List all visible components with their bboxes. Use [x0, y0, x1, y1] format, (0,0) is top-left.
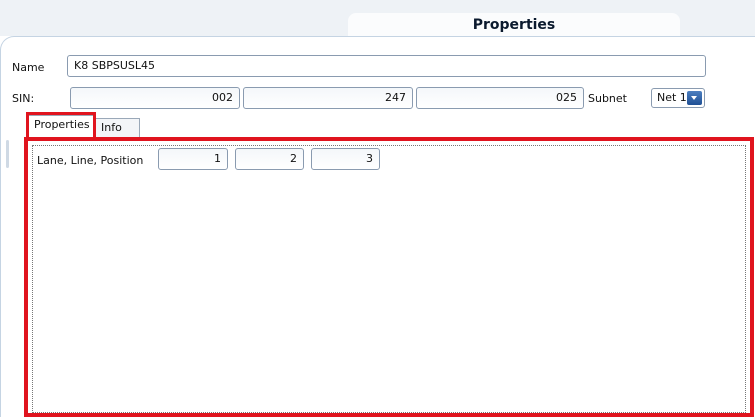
lane-field[interactable]: 1: [158, 148, 228, 170]
position-field[interactable]: 3: [311, 148, 380, 170]
panel-header-title: Properties: [348, 13, 680, 37]
name-label: Name: [12, 61, 45, 74]
sin-field-2[interactable]: 247: [243, 87, 413, 109]
sin-field-1[interactable]: 002: [70, 87, 240, 109]
tab-highlight-box: [26, 112, 96, 140]
chevron-down-icon[interactable]: [687, 91, 702, 105]
position-label: Lane, Line, Position: [37, 154, 144, 167]
properties-tab-content: [32, 145, 746, 413]
tab-info[interactable]: Info: [95, 118, 140, 137]
subnet-select[interactable]: Net 1: [651, 88, 705, 108]
panel-edge-handle: [6, 140, 9, 168]
subnet-label: Subnet: [588, 92, 627, 105]
line-field[interactable]: 2: [235, 148, 304, 170]
properties-content-highlight: [24, 137, 754, 417]
subnet-select-value: Net 1: [657, 91, 687, 104]
sin-field-3[interactable]: 025: [416, 87, 584, 109]
sin-label: SIN:: [12, 92, 35, 105]
name-field[interactable]: K8 SBPSUSL45: [67, 55, 706, 77]
